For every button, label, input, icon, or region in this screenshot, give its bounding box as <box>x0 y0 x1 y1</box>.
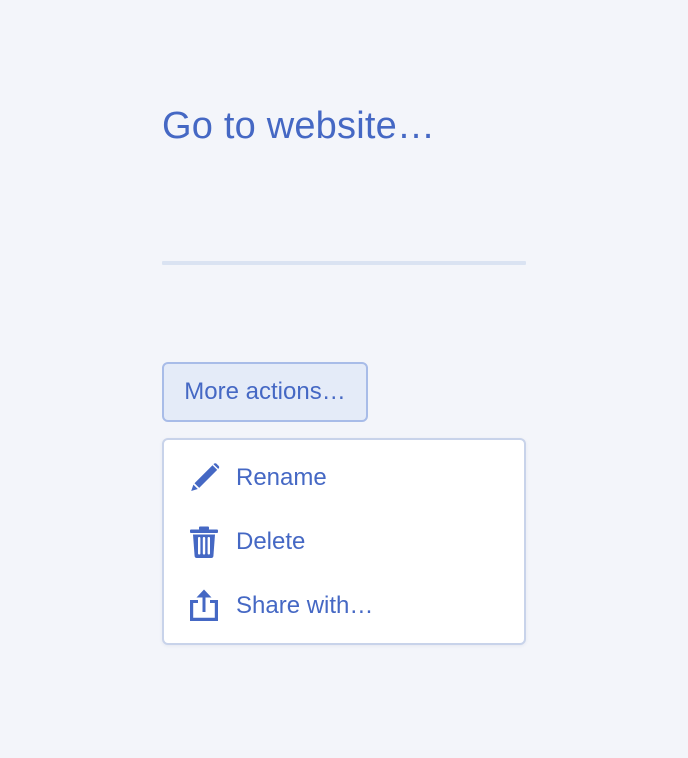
trash-icon <box>186 524 222 560</box>
menu-item-label: Delete <box>236 528 306 555</box>
page: Go to website… More actions… Rename Dele… <box>0 0 688 758</box>
actions-menu: Rename Delete Share with… <box>162 438 526 645</box>
share-icon <box>186 588 222 624</box>
menu-item-rename[interactable]: Rename <box>164 446 524 510</box>
go-to-website-link[interactable]: Go to website… <box>162 100 435 152</box>
menu-item-label: Share with… <box>236 592 374 619</box>
menu-item-label: Rename <box>236 464 327 491</box>
more-actions-button[interactable]: More actions… <box>162 362 368 422</box>
pencil-icon <box>186 460 222 496</box>
menu-item-share[interactable]: Share with… <box>164 574 524 638</box>
menu-item-delete[interactable]: Delete <box>164 510 524 574</box>
divider <box>162 261 526 265</box>
